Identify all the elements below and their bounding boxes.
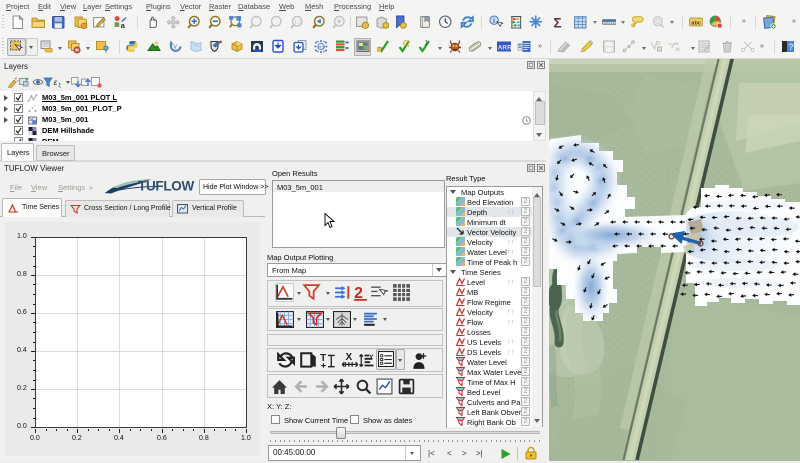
- svg-text:Σ: Σ: [554, 15, 562, 29]
- svg-text:Y: Y: [369, 354, 374, 361]
- svg-text:?: ?: [788, 42, 794, 52]
- svg-text:a: a: [120, 21, 125, 29]
- svg-text:TCF: TCF: [317, 44, 325, 49]
- svg-text:abc: abc: [691, 20, 701, 26]
- svg-text:X: X: [345, 352, 352, 363]
- svg-text:T: T: [320, 353, 327, 364]
- svg-text:1:1: 1:1: [294, 19, 301, 25]
- svg-text:i: i: [492, 16, 494, 25]
- svg-text:ε: ε: [54, 77, 58, 87]
- svg-text:ξ: ξ: [59, 83, 62, 88]
- svg-text:TUFLOW: TUFLOW: [138, 179, 194, 194]
- svg-text:ARR: ARR: [497, 45, 510, 52]
